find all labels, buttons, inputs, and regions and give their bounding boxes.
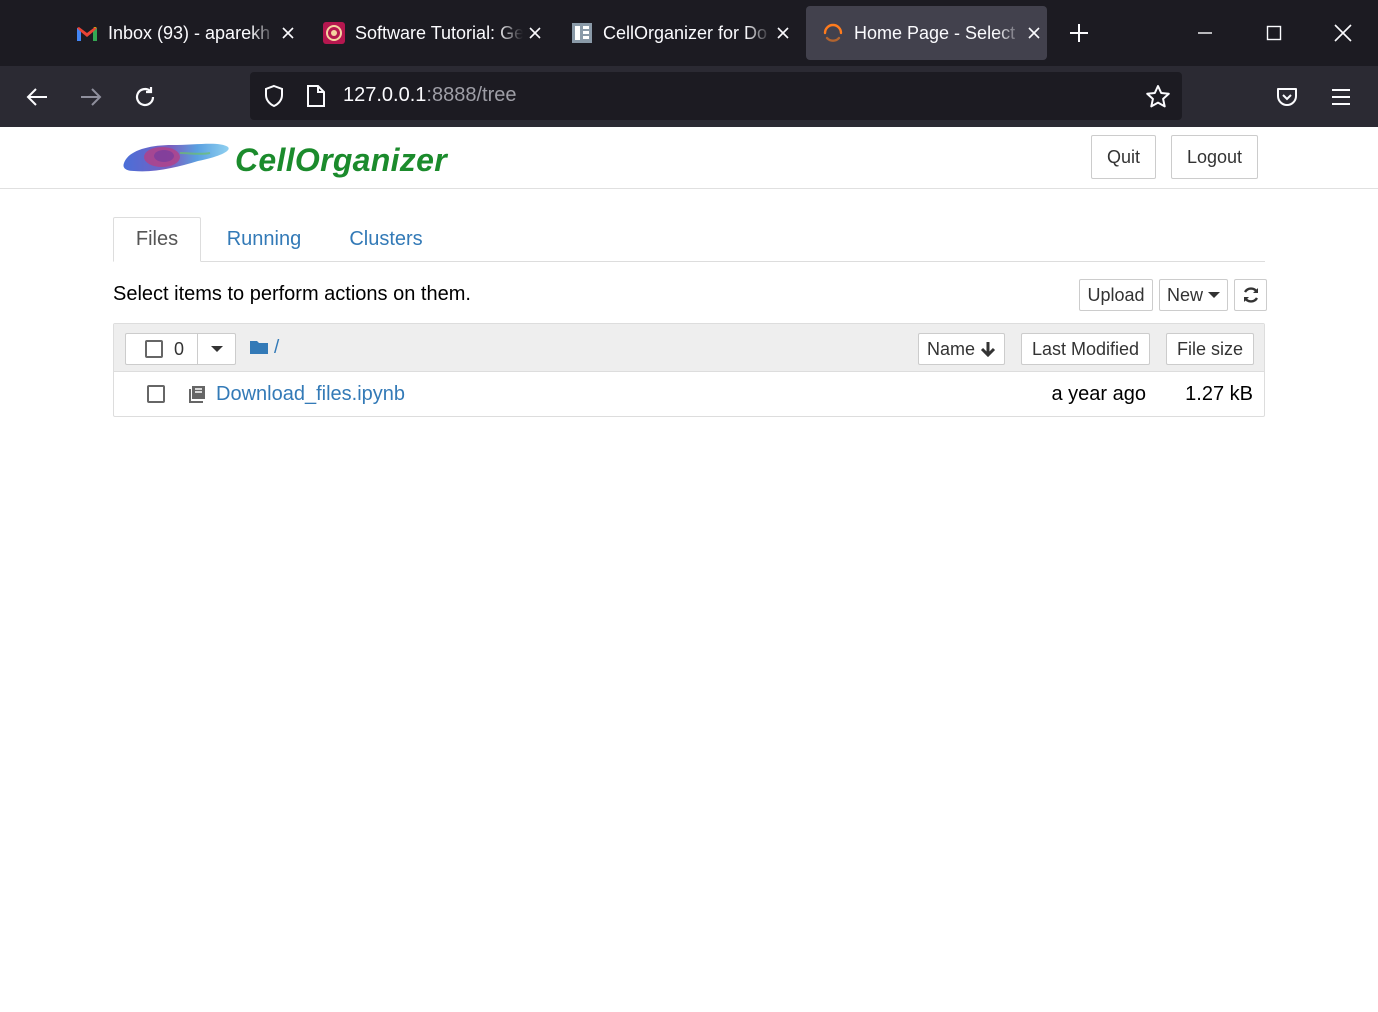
file-name-link[interactable]: Download_files.ipynb — [216, 383, 405, 406]
hamburger-menu-icon — [1332, 89, 1350, 105]
gmail-icon — [76, 22, 98, 44]
pocket-icon — [1277, 88, 1297, 106]
docs-icon — [571, 22, 593, 44]
file-list: 0 / Name Last Modified File size Downloa… — [113, 323, 1265, 417]
upload-button[interactable]: Upload — [1079, 279, 1153, 311]
close-icon[interactable] — [1024, 23, 1044, 43]
page-icon — [306, 84, 326, 113]
reload-icon — [135, 87, 155, 107]
browser-tab-software-tutorial[interactable]: Software Tutorial: Ge — [307, 6, 547, 60]
close-icon[interactable] — [278, 23, 298, 43]
refresh-button[interactable] — [1234, 279, 1267, 311]
logout-button[interactable]: Logout — [1171, 135, 1258, 179]
cell-icon — [323, 22, 345, 44]
browser-tab-strip: Inbox (93) - aparekh Software Tutorial: … — [0, 0, 1378, 66]
browser-toolbar: 127.0.0.1:8888/tree — [0, 66, 1378, 127]
name-column-label: Name — [926, 338, 975, 359]
loading-spinner-icon — [822, 22, 844, 44]
file-modified: a year ago — [1051, 383, 1146, 405]
caret-down-icon — [1208, 292, 1220, 298]
maximize-button[interactable] — [1257, 16, 1291, 50]
arrow-right-icon — [81, 88, 102, 106]
notebook-icon — [188, 384, 208, 409]
folder-icon[interactable] — [249, 338, 269, 360]
file-list-header: 0 / Name Last Modified File size — [114, 324, 1264, 372]
minimize-icon — [1198, 32, 1212, 34]
cell-image-icon — [123, 143, 229, 172]
new-button-label: New — [1166, 284, 1203, 305]
quit-button[interactable]: Quit — [1091, 135, 1156, 179]
close-icon[interactable] — [525, 23, 545, 43]
browser-tab-gmail[interactable]: Inbox (93) - aparekh — [60, 6, 300, 60]
sort-by-file-size-button[interactable]: File size — [1166, 333, 1254, 365]
close-window-button[interactable] — [1326, 16, 1360, 50]
forward-button[interactable] — [73, 79, 109, 115]
tab-files[interactable]: Files — [113, 217, 201, 262]
select-all-checkbox[interactable] — [145, 340, 163, 358]
browser-tab-label: Home Page - Select — [854, 22, 1016, 43]
browser-tab-label: Software Tutorial: Ge — [355, 22, 523, 43]
browser-tab-cellorganizer-docs[interactable]: CellOrganizer for Do — [555, 6, 795, 60]
browser-tab-label: Inbox (93) - aparekh — [108, 22, 271, 43]
arrow-left-icon — [26, 88, 47, 106]
shield-icon[interactable] — [262, 84, 286, 113]
star-icon[interactable] — [1145, 84, 1171, 115]
page-header: CellOrganizer Quit Logout — [0, 127, 1378, 189]
refresh-icon — [1243, 287, 1258, 303]
back-button[interactable] — [19, 79, 55, 115]
selection-dropdown-button[interactable] — [197, 333, 236, 365]
url-text[interactable]: 127.0.0.1:8888/tree — [343, 84, 517, 107]
plus-icon — [1070, 24, 1088, 42]
tab-running[interactable]: Running — [213, 217, 315, 261]
browser-tab-home-page[interactable]: Home Page - Select — [806, 6, 1047, 60]
file-size: 1.27 kB — [1185, 383, 1253, 405]
sort-by-name-button[interactable]: Name — [918, 333, 1005, 365]
sort-by-last-modified-button[interactable]: Last Modified — [1021, 333, 1150, 365]
maximize-icon — [1266, 25, 1282, 41]
arrow-down-icon — [980, 342, 996, 357]
instructions-text: Select items to perform actions on them. — [113, 283, 471, 305]
new-dropdown-button[interactable]: New — [1159, 279, 1228, 311]
logo-text: CellOrganizer — [235, 142, 447, 178]
caret-down-icon — [210, 346, 223, 352]
close-icon[interactable] — [773, 23, 793, 43]
item-checkbox[interactable] — [147, 385, 165, 403]
minimize-button[interactable] — [1188, 16, 1222, 50]
cellorganizer-logo[interactable]: CellOrganizer — [120, 135, 447, 181]
tab-clusters[interactable]: Clusters — [335, 217, 437, 261]
reload-button[interactable] — [127, 79, 163, 115]
new-tab-button[interactable] — [1062, 16, 1096, 50]
url-bar[interactable]: 127.0.0.1:8888/tree — [250, 72, 1182, 120]
close-icon — [1334, 24, 1352, 42]
browser-tab-label: CellOrganizer for Do — [603, 22, 768, 43]
select-all-checkbox-button[interactable]: 0 — [125, 333, 198, 365]
pocket-button[interactable] — [1269, 79, 1305, 115]
breadcrumb[interactable]: / — [274, 337, 279, 359]
menu-button[interactable] — [1323, 79, 1359, 115]
notebook-tabs: Files Running Clusters — [113, 217, 1265, 262]
selected-count: 0 — [174, 338, 185, 359]
